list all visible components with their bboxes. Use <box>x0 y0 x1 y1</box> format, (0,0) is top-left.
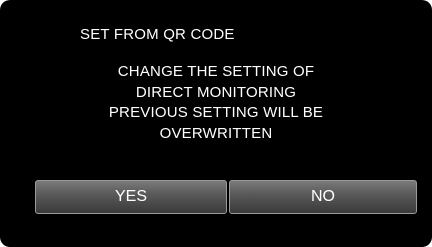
message-line: CHANGE THE SETTING OF <box>117 63 315 80</box>
dialog-message: CHANGE THE SETTING OF DIRECT MONITORING … <box>0 62 432 144</box>
yes-button[interactable]: YES <box>35 180 227 214</box>
message-line: DIRECT MONITORING <box>135 83 297 101</box>
yes-button-label: YES <box>114 188 147 205</box>
message-line: OVERWRITTEN <box>159 124 273 142</box>
no-button-label: NO <box>311 188 335 205</box>
message-line: PREVIOUS SETTING WILL BE <box>108 104 324 121</box>
no-button[interactable]: NO <box>229 180 417 214</box>
dialog-title: SET FROM QR CODE <box>80 26 235 43</box>
dialog-screen: SET FROM QR CODE CHANGE THE SETTING OF D… <box>0 0 432 247</box>
